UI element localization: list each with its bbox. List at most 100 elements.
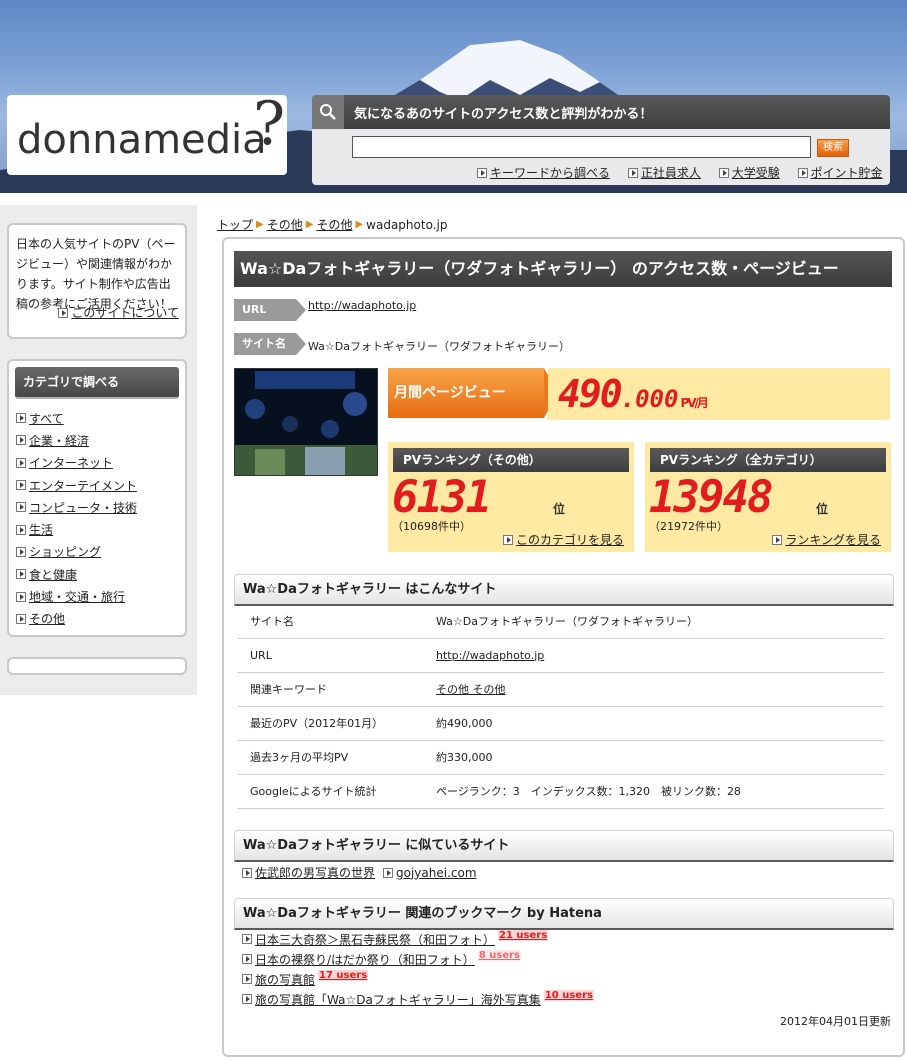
category-item[interactable]: インターネット: [16, 452, 137, 474]
arrow-icon: [718, 167, 729, 178]
overall-rank-value: 13948: [649, 472, 773, 523]
intro-text: 日本の人気サイトのPV（ページビュー）や関連情報がわかります。サイト制作や広告出…: [16, 237, 176, 311]
arrow-icon: [16, 502, 26, 513]
category-rank-box: PVランキング（その他） 6131 位 （10698件中） このカテゴリを見る: [388, 442, 634, 552]
search-button[interactable]: 検索: [817, 139, 849, 157]
monthly-pv-label: 月間ページビュー: [388, 368, 558, 418]
header-link-exam[interactable]: 大学受験: [718, 164, 780, 181]
arrow-icon: [16, 613, 26, 624]
users-badge[interactable]: 21 users: [498, 929, 549, 941]
arrow-icon: [16, 524, 26, 535]
category-header: カテゴリで調べる: [15, 367, 179, 399]
category-list: すべて 企業・経済 インターネット エンターテイメント コンピュータ・技術 生活…: [16, 407, 137, 630]
arrow-icon: [242, 974, 252, 984]
header-links: キーワードから調べる 正社員求人 大学受験 ポイント貯金: [477, 164, 883, 181]
list-item[interactable]: 日本の裸祭り/はだか祭り（和田フォト） 8 users: [242, 949, 594, 969]
url-label: URL: [234, 299, 306, 321]
search-tagline: 気になるあのサイトのアクセス数と評判がわかる！: [354, 107, 653, 122]
breadcrumb-other-sub[interactable]: その他: [316, 216, 352, 233]
category-rank-unit: 位: [553, 502, 566, 516]
page-title: Wa☆Daフォトギャラリー（ワダフォトギャラリー） のアクセス数・ページビュー: [234, 251, 892, 287]
about-section-heading: Wa☆Daフォトギャラリー はこんなサイト: [234, 574, 894, 606]
category-box: カテゴリで調べる すべて 企業・経済 インターネット エンターテイメント コンピ…: [7, 359, 187, 637]
arrow-icon: [242, 934, 252, 944]
category-item[interactable]: 食と健康: [16, 563, 137, 585]
similar-sites-list: 佐武郎の男写真の世界 gojyahei.com: [242, 864, 485, 881]
about-site-link[interactable]: このサイトについて: [58, 304, 179, 321]
search-panel: 気になるあのサイトのアクセス数と評判がわかる！ 検索 キーワードから調べる 正社…: [312, 95, 890, 185]
table-row: Googleによるサイト統計 ページランク：3 インデックス数：1,320 被リン…: [238, 774, 884, 809]
table-row: 関連キーワード その他 その他: [238, 672, 884, 707]
overall-rank-unit: 位: [816, 502, 829, 516]
arrow-icon: [477, 167, 487, 178]
overall-rank-box: PVランキング（全カテゴリ） 13948 位 （21972件中） ランキングを見…: [645, 442, 891, 552]
overall-rank-count: （21972件中）: [649, 520, 728, 533]
breadcrumb-separator-icon: ▶: [256, 219, 264, 230]
category-item[interactable]: 地域・交通・旅行: [16, 585, 137, 607]
category-item[interactable]: コンピュータ・技術: [16, 496, 137, 518]
monthly-pv-box: 490.000 PV/月: [548, 368, 890, 420]
arrow-icon: [627, 167, 638, 178]
view-ranking-link[interactable]: ランキングを見る: [772, 531, 881, 548]
site-header: donnamedia ? 気になるあのサイトのアクセス数と評判がわかる！ 検索 …: [0, 0, 907, 193]
similar-section-heading: Wa☆Daフォトギャラリー に似ているサイト: [234, 830, 894, 862]
arrow-icon: [502, 534, 513, 545]
table-row: サイト名 Wa☆Daフォトギャラリー（ワダフォトギャラリー）: [238, 604, 884, 639]
search-icon: [312, 95, 344, 129]
empty-sidebar-box: [7, 657, 187, 675]
category-item[interactable]: すべて: [16, 407, 137, 429]
users-badge[interactable]: 10 users: [543, 989, 594, 1001]
search-title-bar: 気になるあのサイトのアクセス数と評判がわかる！: [312, 95, 890, 129]
arrow-icon: [16, 413, 26, 424]
table-row: 過去3ヶ月の平均PV 約330,000: [238, 740, 884, 775]
search-input[interactable]: [352, 136, 811, 158]
arrow-icon: [242, 994, 252, 1004]
category-item[interactable]: エンターテイメント: [16, 474, 137, 496]
category-item[interactable]: 企業・経済: [16, 429, 137, 451]
similar-site-item[interactable]: 佐武郎の男写真の世界: [242, 864, 375, 881]
users-badge[interactable]: 8 users: [477, 949, 521, 961]
category-rank-header: PVランキング（その他）: [393, 448, 629, 472]
category-item[interactable]: ショッピング: [16, 541, 137, 563]
bookmark-list: 日本三大奇祭＞黒石寺蘇民祭（和田フォト） 21 users 日本の裸祭り/はだか祭…: [242, 929, 594, 1009]
arrow-icon: [797, 167, 808, 178]
site-url-link[interactable]: http://wadaphoto.jp: [436, 649, 544, 662]
breadcrumb-other[interactable]: その他: [267, 216, 303, 233]
header-link-keyword[interactable]: キーワードから調べる: [477, 164, 610, 181]
category-rank-value: 6131: [392, 472, 492, 523]
category-item[interactable]: 生活: [16, 518, 137, 540]
arrow-icon: [383, 867, 394, 878]
updated-date: 2012年04月01日更新: [780, 1015, 891, 1028]
arrow-icon: [16, 591, 26, 602]
users-badge[interactable]: 17 users: [318, 969, 369, 981]
breadcrumb-separator-icon: ▶: [305, 219, 314, 230]
sidebar: 日本の人気サイトのPV（ページビュー）や関連情報がわかります。サイト制作や広告出…: [0, 205, 197, 695]
category-item[interactable]: その他: [16, 608, 137, 630]
site-thumbnail[interactable]: [234, 368, 378, 476]
url-link[interactable]: http://wadaphoto.jp: [308, 299, 416, 312]
logo[interactable]: donnamedia ?: [7, 89, 287, 175]
header-link-jobs[interactable]: 正社員求人: [627, 164, 701, 181]
arrow-icon: [16, 546, 26, 557]
list-item[interactable]: 旅の写真館「Wa☆Daフォトギャラリー」海外写真集 10 users: [242, 989, 594, 1009]
intro-box: 日本の人気サイトのPV（ページビュー）や関連情報がわかります。サイト制作や広告出…: [7, 223, 187, 339]
logo-question-mark: ?: [253, 89, 286, 159]
bookmark-section-heading: Wa☆Daフォトギャラリー 関連のブックマーク by Hatena: [234, 898, 894, 930]
arrow-icon: [772, 534, 783, 545]
overall-rank-header: PVランキング（全カテゴリ）: [650, 448, 886, 472]
breadcrumb-current: wadaphoto.jp: [366, 217, 448, 232]
list-item[interactable]: 旅の写真館 17 users: [242, 969, 594, 989]
view-category-link[interactable]: このカテゴリを見る: [502, 531, 624, 548]
keyword-links[interactable]: その他 その他: [436, 683, 506, 696]
arrow-icon: [242, 867, 252, 878]
table-row: 最近のPV（2012年01月） 約490,000: [238, 706, 884, 741]
breadcrumb-top[interactable]: トップ: [217, 216, 253, 233]
list-item[interactable]: 日本三大奇祭＞黒石寺蘇民祭（和田フォト） 21 users: [242, 929, 594, 949]
arrow-icon: [16, 569, 26, 580]
header-link-points[interactable]: ポイント貯金: [797, 164, 883, 181]
monthly-pv-value: 490.000 PV/月: [558, 372, 709, 416]
similar-site-item[interactable]: gojyahei.com: [383, 864, 477, 881]
arrow-icon: [16, 480, 26, 491]
site-name-label: サイト名: [234, 333, 306, 355]
arrow-icon: [16, 457, 26, 468]
